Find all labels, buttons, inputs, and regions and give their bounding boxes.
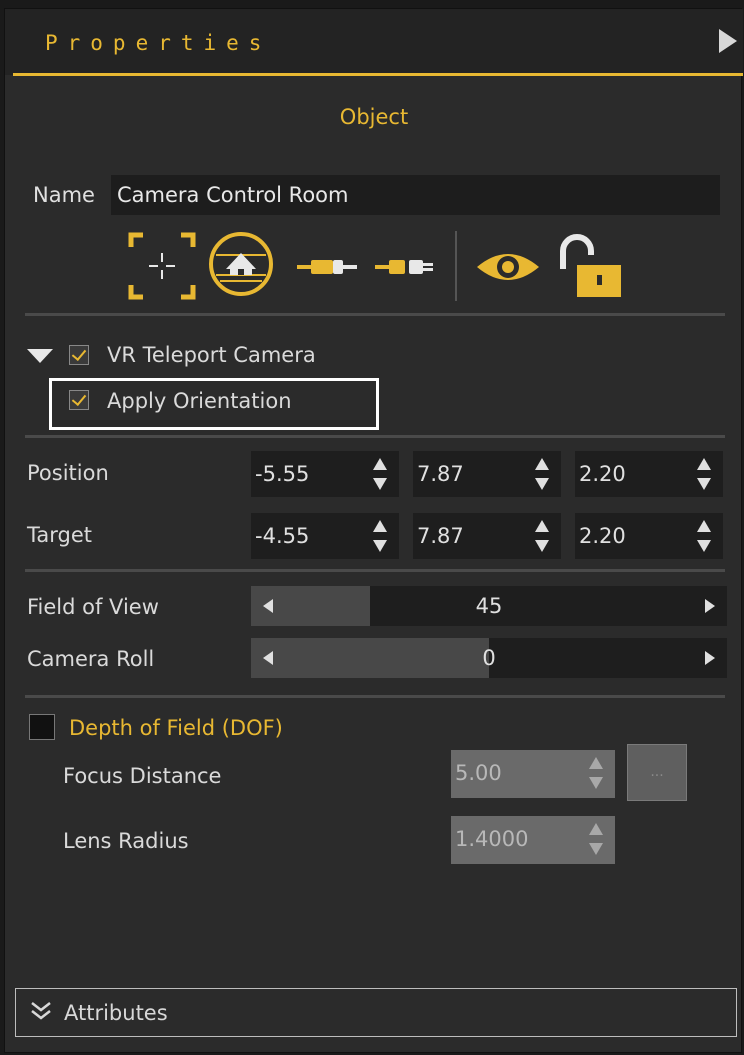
fov-label: Field of View — [27, 595, 159, 619]
spin-down-icon[interactable] — [697, 478, 711, 490]
spin-down-icon[interactable] — [535, 540, 549, 552]
spin-up-icon[interactable] — [373, 458, 387, 470]
target-label: Target — [27, 523, 92, 547]
spin-up-icon[interactable] — [535, 520, 549, 532]
dof-label: Depth of Field (DOF) — [69, 716, 283, 740]
selection-bracket-icon[interactable] — [127, 231, 197, 301]
camera-roll-value: 0 — [482, 646, 496, 670]
target-x-field[interactable]: -4.55 — [251, 513, 399, 559]
vr-teleport-label: VR Teleport Camera — [107, 343, 316, 367]
target-y-field[interactable]: 7.87 — [413, 513, 561, 559]
section-divider — [25, 435, 725, 438]
spin-up-icon[interactable] — [697, 520, 711, 532]
eye-icon[interactable] — [475, 247, 541, 287]
expand-triangle-icon[interactable] — [27, 349, 53, 365]
focus-distance-field[interactable]: 5.00 — [451, 750, 615, 798]
position-z-field[interactable]: 2.20 — [575, 451, 723, 497]
spin-up-icon[interactable] — [373, 520, 387, 532]
spin-down-icon[interactable] — [535, 478, 549, 490]
target-y-value: 7.87 — [417, 524, 464, 548]
focus-distance-value: 5.00 — [455, 761, 502, 785]
spin-up-icon[interactable] — [589, 823, 603, 835]
toolbar-separator — [455, 231, 457, 301]
position-y-value: 7.87 — [417, 462, 464, 486]
spin-down-icon[interactable] — [373, 540, 387, 552]
increase-arrow-icon[interactable] — [705, 599, 715, 613]
unlock-icon[interactable] — [557, 233, 627, 299]
collapse-arrow-icon[interactable] — [719, 29, 737, 53]
name-label: Name — [33, 183, 95, 207]
spin-down-icon[interactable] — [697, 540, 711, 552]
vr-teleport-checkbox[interactable] — [69, 345, 89, 365]
dof-checkbox[interactable] — [29, 714, 55, 740]
focus-distance-label: Focus Distance — [63, 764, 222, 788]
position-y-field[interactable]: 7.87 — [413, 451, 561, 497]
lens-radius-field[interactable]: 1.4000 — [451, 816, 615, 864]
panel-title: Properties — [45, 31, 272, 55]
name-input[interactable] — [111, 175, 720, 215]
spin-down-icon[interactable] — [589, 777, 603, 789]
target-z-field[interactable]: 2.20 — [575, 513, 723, 559]
apply-orientation-checkbox[interactable] — [69, 390, 89, 410]
plug-in-icon[interactable] — [297, 256, 359, 278]
spin-down-icon[interactable] — [589, 843, 603, 855]
header-underline — [13, 73, 743, 76]
fov-value: 45 — [475, 594, 503, 618]
double-chevron-down-icon — [31, 1002, 51, 1020]
panel-header: Properties — [5, 9, 743, 76]
spin-up-icon[interactable] — [535, 458, 549, 470]
focus-picker-button[interactable]: ... — [627, 744, 687, 801]
target-x-value: -4.55 — [255, 524, 310, 548]
position-x-field[interactable]: -5.55 — [251, 451, 399, 497]
spin-up-icon[interactable] — [697, 458, 711, 470]
position-label: Position — [27, 461, 109, 485]
position-z-value: 2.20 — [579, 462, 626, 486]
plug-out-icon[interactable] — [375, 256, 437, 278]
lens-radius-label: Lens Radius — [63, 829, 189, 853]
attributes-label: Attributes — [64, 1001, 168, 1025]
fov-slider[interactable]: 45 — [251, 586, 727, 626]
target-z-value: 2.20 — [579, 524, 626, 548]
apply-orientation-label: Apply Orientation — [107, 389, 292, 413]
object-section-title: Object — [339, 105, 409, 129]
section-divider — [25, 313, 725, 316]
section-divider — [25, 695, 725, 698]
spin-down-icon[interactable] — [373, 478, 387, 490]
section-divider — [25, 569, 725, 572]
increase-arrow-icon[interactable] — [705, 651, 715, 665]
camera-roll-label: Camera Roll — [27, 647, 155, 671]
camera-roll-slider[interactable]: 0 — [251, 638, 727, 678]
lens-radius-value: 1.4000 — [455, 827, 529, 851]
spin-up-icon[interactable] — [589, 757, 603, 769]
properties-panel: Properties Object Name Camera Control Ro… — [4, 8, 743, 1053]
position-x-value: -5.55 — [255, 462, 310, 486]
scene-view-icon[interactable] — [208, 231, 274, 297]
attributes-expander[interactable]: Attributes — [15, 988, 737, 1037]
